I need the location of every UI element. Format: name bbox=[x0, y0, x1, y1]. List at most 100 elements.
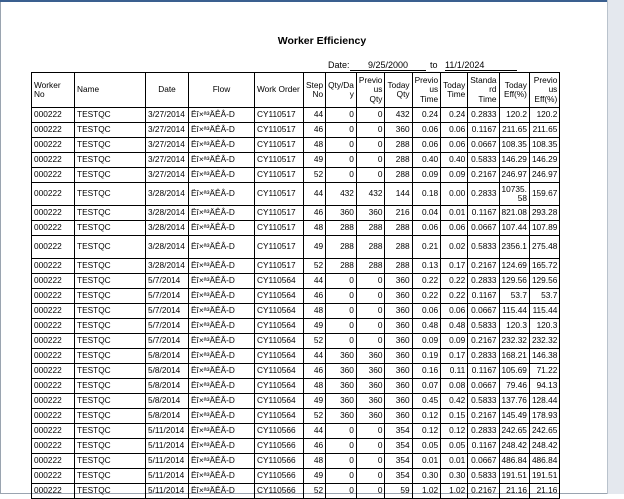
table-cell: 000222 bbox=[31, 137, 75, 153]
table-cell: 0.12 bbox=[440, 423, 469, 439]
column-header: Work Order bbox=[254, 72, 304, 108]
table-cell: CY110517 bbox=[254, 258, 304, 274]
column-header-label: Today Time bbox=[443, 79, 466, 99]
table-cell: 0 bbox=[355, 483, 386, 499]
table-cell: 146.29 bbox=[528, 152, 561, 168]
table-cell: 360 bbox=[384, 288, 413, 304]
table-cell: 0.48 bbox=[411, 318, 442, 334]
table-cell: CY110564 bbox=[254, 333, 304, 349]
table-cell: 0.05 bbox=[411, 438, 442, 454]
table-cell: CY110566 bbox=[254, 423, 304, 439]
table-cell: 0.2833 bbox=[467, 273, 500, 289]
table-cell: 000222 bbox=[31, 167, 75, 183]
table-cell: 0 bbox=[325, 318, 357, 334]
table-cell: 211.65 bbox=[498, 122, 530, 138]
table-cell: Ëî×ª³ÄÊÂ-D bbox=[188, 318, 255, 334]
table-cell: 0.12 bbox=[411, 408, 442, 424]
table-cell: 120.3 bbox=[498, 318, 530, 334]
table-cell: 0.30 bbox=[440, 468, 469, 484]
table-cell: 120.3 bbox=[528, 318, 561, 334]
table-cell: TESTQC bbox=[74, 318, 146, 334]
table-cell: 288 bbox=[355, 235, 386, 259]
table-cell: 360 bbox=[384, 122, 413, 138]
table-cell: 216 bbox=[384, 205, 413, 221]
table-cell: 0.17 bbox=[440, 258, 469, 274]
table-cell: 0.06 bbox=[411, 137, 442, 153]
table-cell: 0.01 bbox=[411, 453, 442, 469]
table-cell: Ëî×ª³ÄÊÂ-D bbox=[188, 167, 255, 183]
table-row: 000222 TESTQC 3/27/2014 Ëî×ª³ÄÊÂ-D CY110517 5… bbox=[31, 167, 561, 183]
table-cell: 145.49 bbox=[498, 408, 530, 424]
table-cell: 108.35 bbox=[528, 137, 561, 153]
table-cell: 000222 bbox=[31, 258, 75, 274]
vertical-scrollbar[interactable] bbox=[607, 0, 624, 494]
table-cell: 354 bbox=[384, 468, 413, 484]
table-cell: 293.28 bbox=[528, 205, 561, 221]
table-cell: Ëî×ª³ÄÊÂ-D bbox=[188, 235, 255, 259]
table-cell: 432 bbox=[325, 182, 357, 206]
table-cell: 821.08 bbox=[498, 205, 530, 221]
table-cell: 0.24 bbox=[440, 107, 469, 123]
table-cell: 3/27/2014 bbox=[145, 137, 189, 153]
table-cell: CY110517 bbox=[254, 152, 304, 168]
table-cell: 000222 bbox=[31, 220, 75, 236]
table-cell: 46 bbox=[302, 288, 327, 304]
table-cell: CY110517 bbox=[254, 205, 304, 221]
table-cell: 0.40 bbox=[440, 152, 469, 168]
column-header-label: Worker No bbox=[34, 79, 61, 99]
table-cell: CY110564 bbox=[254, 303, 304, 319]
table-cell: 52 bbox=[302, 258, 327, 274]
table-cell: CY110517 bbox=[254, 137, 304, 153]
table-cell: 288 bbox=[355, 258, 386, 274]
table-cell: 3/27/2014 bbox=[145, 167, 189, 183]
table-cell: 0.19 bbox=[411, 348, 442, 364]
table-cell: 000222 bbox=[31, 453, 75, 469]
table-cell: CY110517 bbox=[254, 107, 304, 123]
date-to-field: 11/1/2024 bbox=[445, 60, 517, 71]
column-header-label: Date bbox=[158, 84, 176, 95]
table-row: 000222 TESTQC 3/27/2014 Ëî×ª³ÄÊÂ-D CY110517 4… bbox=[31, 137, 561, 153]
table-cell: TESTQC bbox=[74, 182, 146, 206]
table-body: 000222 TESTQC 3/27/2014 Ëî×ª³ÄÊÂ-D CY110517 4… bbox=[31, 107, 561, 499]
table-cell: 52 bbox=[302, 483, 327, 499]
table-cell: 0 bbox=[325, 288, 357, 304]
table-cell: 000222 bbox=[31, 318, 75, 334]
column-header: Previo us Qty bbox=[355, 72, 386, 108]
table-cell: 242.65 bbox=[498, 423, 530, 439]
table-cell: 0 bbox=[355, 273, 386, 289]
table-cell: 5/8/2014 bbox=[145, 393, 189, 409]
table-cell: 0.07 bbox=[411, 378, 442, 394]
table-cell: TESTQC bbox=[74, 333, 146, 349]
table-cell: 0 bbox=[325, 122, 357, 138]
table-cell: 000222 bbox=[31, 288, 75, 304]
table-cell: Ëî×ª³ÄÊÂ-D bbox=[188, 453, 255, 469]
table-cell: 0.06 bbox=[411, 303, 442, 319]
table-cell: 486.84 bbox=[498, 453, 530, 469]
table-cell: CY110564 bbox=[254, 348, 304, 364]
column-header-label: Name bbox=[77, 84, 100, 95]
column-header: Name bbox=[74, 72, 146, 108]
table-cell: 0.5833 bbox=[467, 468, 500, 484]
table-cell: Ëî×ª³ÄÊÂ-D bbox=[188, 393, 255, 409]
table-row: 000222 TESTQC 3/27/2014 Ëî×ª³ÄÊÂ-D CY110517 4… bbox=[31, 107, 561, 123]
table-cell: Ëî×ª³ÄÊÂ-D bbox=[188, 220, 255, 236]
table-cell: 0 bbox=[325, 167, 357, 183]
table-cell: 0.22 bbox=[440, 273, 469, 289]
table-cell: 49 bbox=[302, 152, 327, 168]
table-row: 000222 TESTQC 5/8/2014 Ëî×ª³ÄÊÂ-D CY110564 49… bbox=[31, 393, 561, 409]
table-cell: 0.11 bbox=[440, 363, 469, 379]
table-cell: 0.04 bbox=[411, 205, 442, 221]
table-cell: TESTQC bbox=[74, 167, 146, 183]
table-cell: 21.16 bbox=[498, 483, 530, 499]
table-cell: 0 bbox=[355, 152, 386, 168]
table-cell: 0.1167 bbox=[467, 288, 500, 304]
table-cell: 48 bbox=[302, 137, 327, 153]
table-cell: TESTQC bbox=[74, 205, 146, 221]
table-cell: 5/7/2014 bbox=[145, 333, 189, 349]
table-cell: CY110564 bbox=[254, 393, 304, 409]
table-cell: TESTQC bbox=[74, 438, 146, 454]
table-row: 000222 TESTQC 5/11/2014 Ëî×ª³ÄÊÂ-D CY110566 4… bbox=[31, 468, 561, 484]
table-cell: CY110564 bbox=[254, 288, 304, 304]
table-cell: 0.18 bbox=[411, 182, 442, 206]
table-cell: 360 bbox=[384, 273, 413, 289]
